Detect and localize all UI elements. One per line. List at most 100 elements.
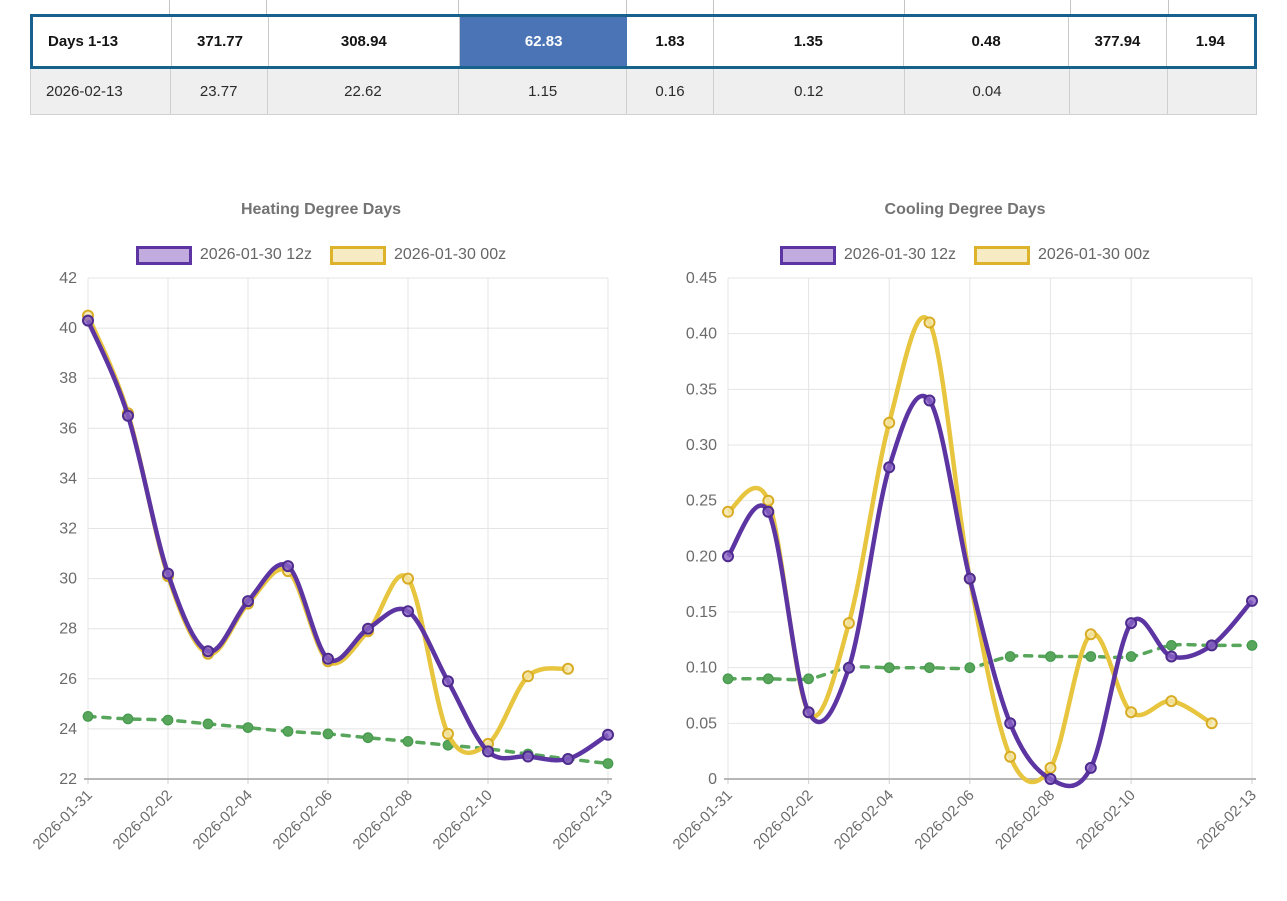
legend-item[interactable]: 2026-01-30 12z <box>136 246 312 265</box>
y-axis-tick-label: 0.20 <box>686 548 717 565</box>
data-point-marker <box>1126 618 1136 628</box>
data-point-marker <box>83 712 93 722</box>
table-cell <box>905 0 1071 14</box>
table-cell <box>1071 0 1169 14</box>
data-point-marker <box>804 707 814 717</box>
legend-swatch <box>780 246 836 265</box>
table-cell: 0.48 <box>904 17 1069 66</box>
table-header-row-clipped <box>30 0 1257 14</box>
table-cell: 371.77 <box>172 17 268 66</box>
table-cell: 22.62 <box>268 69 460 114</box>
y-axis-tick-label: 26 <box>59 671 77 688</box>
data-point-marker <box>363 733 373 743</box>
y-axis-tick-label: 0.05 <box>686 715 717 732</box>
data-point-marker <box>203 719 213 729</box>
data-point-marker <box>363 624 373 634</box>
degree-days-dashboard: { "table": { "highlight_color": "#4a74b5… <box>0 0 1287 901</box>
table-cell: 1.35 <box>714 17 904 66</box>
legend-label: 2026-01-30 12z <box>200 246 312 264</box>
data-point-marker <box>763 507 773 517</box>
y-axis-tick-label: 38 <box>59 370 77 387</box>
charts-canvas: 22242628303234363840422026-01-312026-02-… <box>0 0 1287 901</box>
y-axis-tick-label: 30 <box>59 571 77 588</box>
x-axis-tick-label: 2026-02-13 <box>1194 787 1260 853</box>
highlighted-cell <box>30 0 170 14</box>
table-cell: Days 1-13 <box>33 17 172 66</box>
data-point-marker <box>563 664 573 674</box>
y-axis-tick-label: 22 <box>59 771 77 788</box>
data-point-marker <box>1247 641 1257 651</box>
chart-cooling-degree-days: Cooling Degree Days 2026-01-30 12z2026-0… <box>678 196 1252 266</box>
y-axis-tick-label: 24 <box>59 721 77 738</box>
x-axis-tick-label: 2026-02-04 <box>190 787 256 853</box>
data-point-marker <box>163 569 173 579</box>
chart-heating-degree-days: Heating Degree Days 2026-01-30 12z2026-0… <box>34 196 608 266</box>
y-axis-tick-label: 32 <box>59 521 77 538</box>
y-axis-tick-label: 0.30 <box>686 437 717 454</box>
data-point-marker <box>1005 718 1015 728</box>
data-point-marker <box>563 754 573 764</box>
plot-heating: 22242628303234363840422026-01-312026-02-… <box>30 270 616 853</box>
data-point-marker <box>1167 641 1177 651</box>
table-cell <box>1169 0 1257 14</box>
y-axis-tick-label: 0.40 <box>686 326 717 343</box>
x-axis-tick-label: 2026-01-31 <box>670 787 736 853</box>
data-point-marker <box>483 746 493 756</box>
table-cell <box>1070 69 1168 114</box>
data-point-marker <box>603 730 613 740</box>
x-axis-tick-label: 2026-01-31 <box>30 787 96 853</box>
table-cell: 23.77 <box>171 69 268 114</box>
table-cell: 377.94 <box>1069 17 1166 66</box>
summary-table: Days 1-13371.77308.9462.831.831.350.4837… <box>30 0 1257 115</box>
x-axis-tick-label: 2026-02-02 <box>110 787 176 853</box>
table-row-days-1-13: Days 1-13371.77308.9462.831.831.350.4837… <box>30 14 1257 69</box>
data-point-marker <box>403 737 413 747</box>
table-cell <box>459 0 627 14</box>
legend-item[interactable]: 2026-01-30 12z <box>780 246 956 265</box>
data-point-marker <box>764 674 774 684</box>
data-point-marker <box>1046 763 1056 773</box>
legend-swatch <box>974 246 1030 265</box>
y-axis-tick-label: 0 <box>708 771 717 788</box>
series-line <box>88 321 608 761</box>
plot-cooling: 00.050.100.150.200.250.300.350.400.45202… <box>670 270 1260 853</box>
x-axis-tick-label: 2026-02-13 <box>550 787 616 853</box>
data-point-marker <box>1126 652 1136 662</box>
table-cell: 308.94 <box>269 17 460 66</box>
data-point-marker <box>243 596 253 606</box>
data-point-marker <box>925 318 935 328</box>
table-cell <box>714 0 905 14</box>
data-point-marker <box>123 411 133 421</box>
data-point-marker <box>323 654 333 664</box>
highlighted-cell: 2026-02-13 <box>31 69 171 114</box>
table-cell <box>1168 69 1256 114</box>
data-point-marker <box>1046 774 1056 784</box>
legend-item[interactable]: 2026-01-30 00z <box>974 246 1150 265</box>
data-point-marker <box>965 663 975 673</box>
data-point-marker <box>1166 696 1176 706</box>
data-point-marker <box>965 574 975 584</box>
table-row-2026-02-13: 2026-02-1323.7722.621.150.160.120.04 <box>30 69 1257 115</box>
x-axis-tick-label: 2026-02-06 <box>911 787 977 853</box>
highlighted-cell: 62.83 <box>460 17 627 66</box>
data-point-marker <box>1207 640 1217 650</box>
data-point-marker <box>443 729 453 739</box>
data-point-marker <box>925 663 935 673</box>
data-point-marker <box>1247 596 1257 606</box>
data-point-marker <box>1166 652 1176 662</box>
table-cell: 0.12 <box>714 69 905 114</box>
data-point-marker <box>884 418 894 428</box>
data-point-marker <box>123 714 133 724</box>
data-point-marker <box>723 674 733 684</box>
legend-label: 2026-01-30 00z <box>1038 246 1150 264</box>
data-point-marker <box>523 752 533 762</box>
y-axis-tick-label: 36 <box>59 420 77 437</box>
data-point-marker <box>925 396 935 406</box>
table-cell <box>627 0 714 14</box>
data-point-marker <box>283 561 293 571</box>
legend-item[interactable]: 2026-01-30 00z <box>330 246 506 265</box>
table-cell <box>267 0 459 14</box>
data-point-marker <box>83 316 93 326</box>
y-axis-tick-label: 0.15 <box>686 604 717 621</box>
x-axis-tick-label: 2026-02-10 <box>1073 787 1139 853</box>
